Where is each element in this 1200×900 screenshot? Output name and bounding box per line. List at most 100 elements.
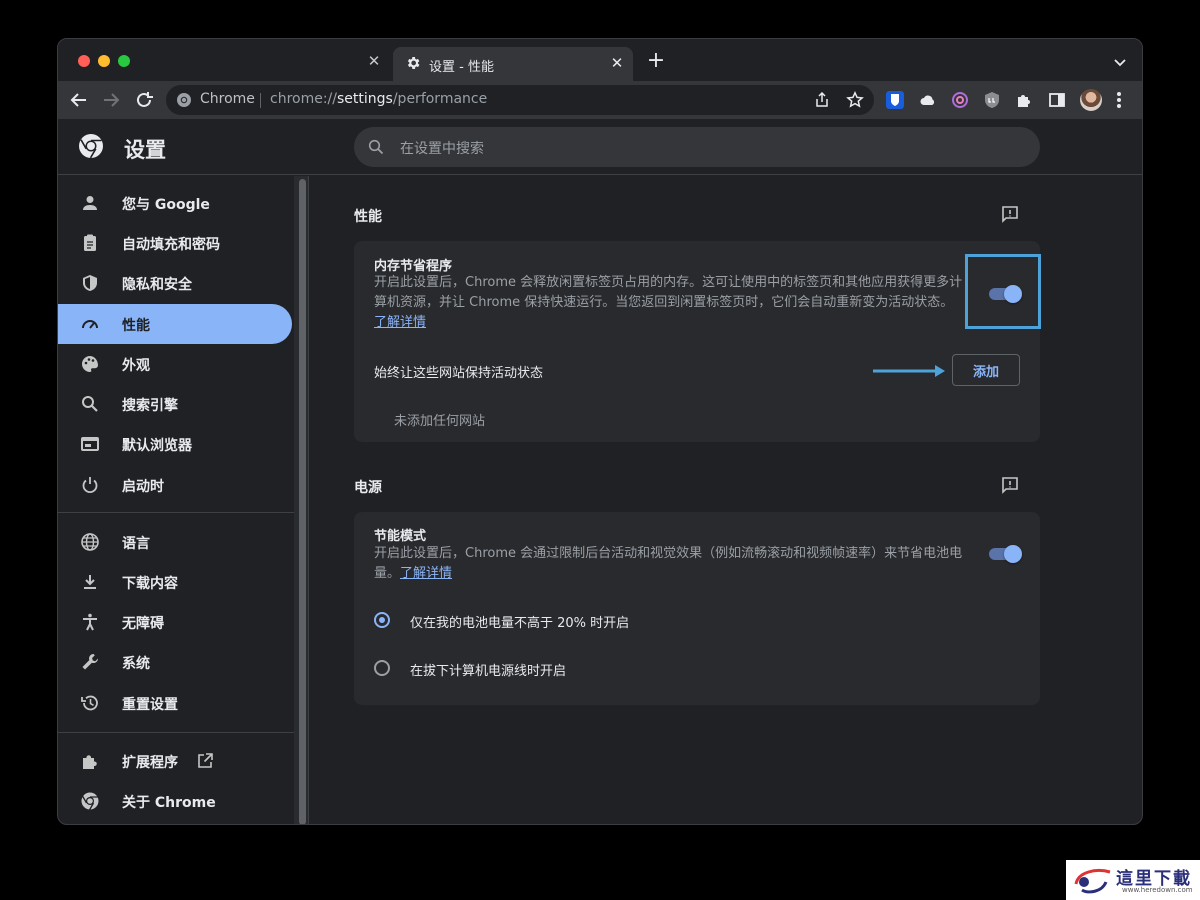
settings-search-input[interactable]: 在设置中搜索 bbox=[354, 127, 1040, 167]
bookmark-star-icon[interactable] bbox=[846, 91, 864, 109]
add-site-button[interactable]: 添加 bbox=[952, 354, 1020, 386]
omnibox-divider bbox=[260, 93, 261, 108]
section-title-performance: 性能 bbox=[354, 209, 382, 225]
sidebar-divider bbox=[58, 732, 294, 733]
chevron-down-icon[interactable] bbox=[1112, 54, 1128, 70]
memory-saver-desc-line-1: 开启此设置后，Chrome 会释放闲置标签页占用的内存。这可让使用中的标签页和其… bbox=[374, 275, 963, 290]
toggle-highlight-annotation bbox=[965, 254, 1041, 329]
reload-icon[interactable] bbox=[133, 89, 155, 111]
always-active-sites-title: 始终让这些网站保持活动状态 bbox=[374, 366, 544, 381]
search-placeholder: 在设置中搜索 bbox=[400, 141, 484, 157]
address-bar[interactable]: Chrome chrome://settings/performance bbox=[166, 85, 874, 115]
sidebar-item-label: 无障碍 bbox=[122, 616, 164, 632]
battery-20-radio[interactable] bbox=[374, 612, 390, 628]
url-prefix: chrome:// bbox=[270, 91, 337, 107]
sidebar-item-label: 重置设置 bbox=[122, 697, 178, 713]
unplugged-label: 在拔下计算机电源线时开启 bbox=[410, 664, 567, 679]
section-title-power: 电源 bbox=[354, 480, 382, 496]
sidebar-item-languages[interactable]: 语言 bbox=[58, 522, 292, 562]
sidebar-item-on-startup[interactable]: 启动时 bbox=[58, 465, 292, 505]
palette-icon bbox=[82, 356, 98, 372]
memory-saver-desc-line-2: 算机资源，并让 Chrome 保持快速运行。当您返回到闲置标签页时，它们会自动重… bbox=[374, 295, 954, 310]
sidebar-item-label: 下载内容 bbox=[122, 576, 178, 592]
no-sites-message: 未添加任何网站 bbox=[394, 414, 486, 429]
puzzle-icon[interactable] bbox=[1015, 91, 1033, 109]
maximize-window-button[interactable] bbox=[118, 55, 130, 67]
sidebar-item-label: 扩展程序 bbox=[122, 755, 178, 771]
energy-saver-learn-more-link[interactable]: 了解详情 bbox=[400, 566, 452, 581]
toolbar: Chrome chrome://settings/performance bbox=[58, 81, 1142, 119]
chrome-logo-icon bbox=[177, 93, 191, 107]
sidebar-scrollbar-thumb[interactable] bbox=[299, 179, 306, 824]
forward-arrow-icon[interactable] bbox=[100, 89, 122, 111]
energy-saver-description: 开启此设置后，Chrome 会通过限制后台活动和视觉效果（例如流畅滚动和视频帧速… bbox=[374, 544, 974, 584]
sidebar-item-default-browser[interactable]: 默认浏览器 bbox=[58, 424, 292, 464]
sidebar-item-performance[interactable]: 性能 bbox=[58, 304, 292, 344]
close-window-button[interactable] bbox=[78, 55, 90, 67]
performance-card: 内存节省程序 开启此设置后，Chrome 会释放闲置标签页占用的内存。这可让使用… bbox=[354, 241, 1041, 442]
ublock-icon[interactable] bbox=[983, 91, 1001, 109]
energy-saver-desc-line-2: 量。 bbox=[374, 566, 401, 581]
tab-close-icon[interactable]: ✕ bbox=[609, 55, 625, 71]
settings-sidebar: 您与 Google 自动填充和密码 隐私和安全 性能 外观 搜索引擎 默认浏览器 bbox=[58, 176, 308, 824]
share-icon[interactable] bbox=[814, 92, 830, 108]
shield-icon bbox=[83, 275, 97, 291]
wrench-icon bbox=[82, 654, 98, 670]
avatar[interactable] bbox=[1080, 89, 1102, 111]
speedometer-icon bbox=[82, 320, 98, 329]
tab-title: 设置 - 性能 bbox=[429, 60, 494, 75]
openai-icon[interactable] bbox=[951, 91, 969, 109]
side-panel-icon[interactable] bbox=[1048, 91, 1066, 109]
inactive-tab-close-icon[interactable]: ✕ bbox=[366, 53, 382, 69]
chrome-logo-icon bbox=[79, 134, 103, 159]
url-host: settings bbox=[337, 91, 393, 107]
sidebar-divider bbox=[58, 512, 294, 513]
tab-settings-performance[interactable]: 设置 - 性能 ✕ bbox=[393, 47, 633, 81]
sidebar-item-downloads[interactable]: 下载内容 bbox=[58, 562, 292, 602]
sidebar-item-autofill[interactable]: 自动填充和密码 bbox=[58, 223, 292, 263]
cloud-extension-icon[interactable] bbox=[919, 91, 937, 109]
settings-header: 设置 在设置中搜索 bbox=[58, 119, 1142, 175]
search-icon bbox=[368, 139, 384, 155]
sidebar-item-system[interactable]: 系统 bbox=[58, 642, 292, 682]
sidebar-item-label: 搜索引擎 bbox=[122, 398, 178, 414]
sidebar-item-search-engine[interactable]: 搜索引擎 bbox=[58, 384, 292, 424]
feedback-icon[interactable] bbox=[1000, 204, 1020, 224]
back-arrow-icon[interactable] bbox=[68, 89, 90, 111]
url-text[interactable]: chrome://settings/performance bbox=[270, 91, 487, 107]
sidebar-item-privacy[interactable]: 隐私和安全 bbox=[58, 263, 292, 303]
clipboard-icon bbox=[84, 234, 96, 251]
puzzle-icon bbox=[83, 755, 97, 769]
person-icon bbox=[83, 196, 97, 210]
more-menu-icon[interactable] bbox=[1116, 90, 1122, 110]
sidebar-item-label: 您与 Google bbox=[122, 197, 210, 213]
sidebar-item-label: 关于 Chrome bbox=[122, 795, 216, 811]
sidebar-item-appearance[interactable]: 外观 bbox=[58, 344, 292, 384]
new-tab-button[interactable]: + bbox=[646, 50, 666, 72]
sidebar-item-reset[interactable]: 重置设置 bbox=[58, 683, 292, 723]
energy-saver-desc-line-1: 开启此设置后，Chrome 会通过限制后台活动和视觉效果（例如流畅滚动和视频帧速… bbox=[374, 546, 963, 561]
feedback-icon[interactable] bbox=[1000, 475, 1020, 495]
globe-icon bbox=[81, 533, 99, 551]
bitwarden-icon[interactable] bbox=[886, 91, 904, 109]
energy-saver-toggle[interactable] bbox=[987, 545, 1022, 563]
memory-saver-title: 内存节省程序 bbox=[374, 259, 453, 274]
page-title: 设置 bbox=[124, 138, 166, 162]
content-divider bbox=[308, 176, 309, 824]
search-icon bbox=[82, 396, 98, 412]
sidebar-item-label: 隐私和安全 bbox=[122, 277, 192, 293]
url-path: /performance bbox=[392, 91, 488, 107]
chrome-logo-icon bbox=[81, 792, 99, 811]
unplugged-radio[interactable] bbox=[374, 660, 390, 676]
sidebar-item-extensions[interactable]: 扩展程序 bbox=[58, 741, 292, 781]
sidebar-item-about-chrome[interactable]: 关于 Chrome bbox=[58, 781, 292, 821]
sidebar-item-accessibility[interactable]: 无障碍 bbox=[58, 602, 292, 642]
browser-window: ✕ 设置 - 性能 ✕ + Chrome chrome://settings/p… bbox=[57, 38, 1143, 825]
download-icon bbox=[84, 575, 96, 589]
minimize-window-button[interactable] bbox=[98, 55, 110, 67]
memory-saver-learn-more-link[interactable]: 了解详情 bbox=[374, 315, 426, 330]
power-card: 节能模式 开启此设置后，Chrome 会通过限制后台活动和视觉效果（例如流畅滚动… bbox=[354, 512, 1040, 705]
sidebar-item-you-and-google[interactable]: 您与 Google bbox=[58, 183, 292, 223]
tab-strip: ✕ 设置 - 性能 ✕ + bbox=[58, 39, 1142, 81]
energy-saver-title: 节能模式 bbox=[374, 529, 427, 544]
